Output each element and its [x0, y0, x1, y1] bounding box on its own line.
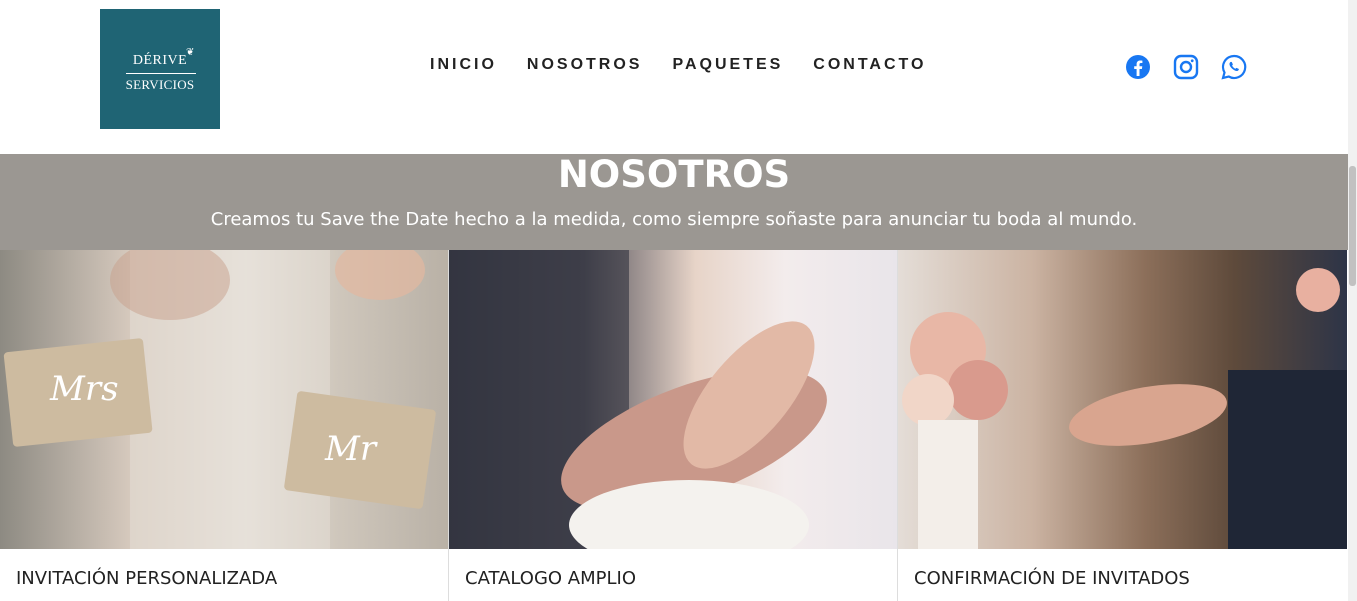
- site-header: ❦ DÉRIVE SERVICIOS INICIO NOSOTROS PAQUE…: [0, 0, 1348, 154]
- nav-item-nosotros[interactable]: NOSOTROS: [527, 56, 643, 74]
- brand-logo[interactable]: ❦ DÉRIVE SERVICIOS: [100, 9, 220, 129]
- card-title: CATALOGO AMPLIO: [465, 568, 636, 589]
- sign-mr: Mr: [324, 429, 378, 469]
- section-subtitle: Creamos tu Save the Date hecho a la medi…: [210, 209, 1138, 230]
- card-title: INVITACIÓN PERSONALIZADA: [16, 568, 278, 589]
- services-cards: Mrs Mr INVITACIÓN PERSONALIZADA CATALOGO…: [0, 250, 1348, 601]
- page-scrollbar[interactable]: [1348, 0, 1357, 601]
- service-card[interactable]: CONFIRMACIÓN DE INVITADOS: [898, 250, 1347, 601]
- nav-item-inicio[interactable]: INICIO: [430, 56, 497, 74]
- sign-mrs: Mrs: [49, 369, 119, 409]
- card-photo-rings: [449, 250, 897, 549]
- logo-divider: [126, 73, 196, 74]
- card-photo-signs: Mrs Mr: [0, 250, 448, 549]
- section-title: NOSOTROS: [557, 153, 791, 196]
- main-nav: INICIO NOSOTROS PAQUETES CONTACTO: [430, 56, 956, 74]
- about-banner: NOSOTROS Creamos tu Save the Date hecho …: [0, 154, 1348, 250]
- card-photo-hands: [898, 250, 1347, 549]
- nav-item-contacto[interactable]: CONTACTO: [813, 56, 926, 74]
- scrollbar-thumb[interactable]: [1349, 166, 1356, 286]
- whatsapp-icon[interactable]: [1220, 53, 1248, 81]
- service-card[interactable]: Mrs Mr INVITACIÓN PERSONALIZADA: [0, 250, 449, 601]
- instagram-icon[interactable]: [1172, 53, 1200, 81]
- service-card[interactable]: CATALOGO AMPLIO: [449, 250, 898, 601]
- card-title: CONFIRMACIÓN DE INVITADOS: [914, 568, 1190, 589]
- logo-line-2: SERVICIOS: [125, 77, 195, 92]
- facebook-icon[interactable]: [1124, 53, 1152, 81]
- nav-item-paquetes[interactable]: PAQUETES: [672, 56, 783, 74]
- logo-line-1: DÉRIVE: [132, 53, 188, 68]
- social-links: [1124, 53, 1268, 81]
